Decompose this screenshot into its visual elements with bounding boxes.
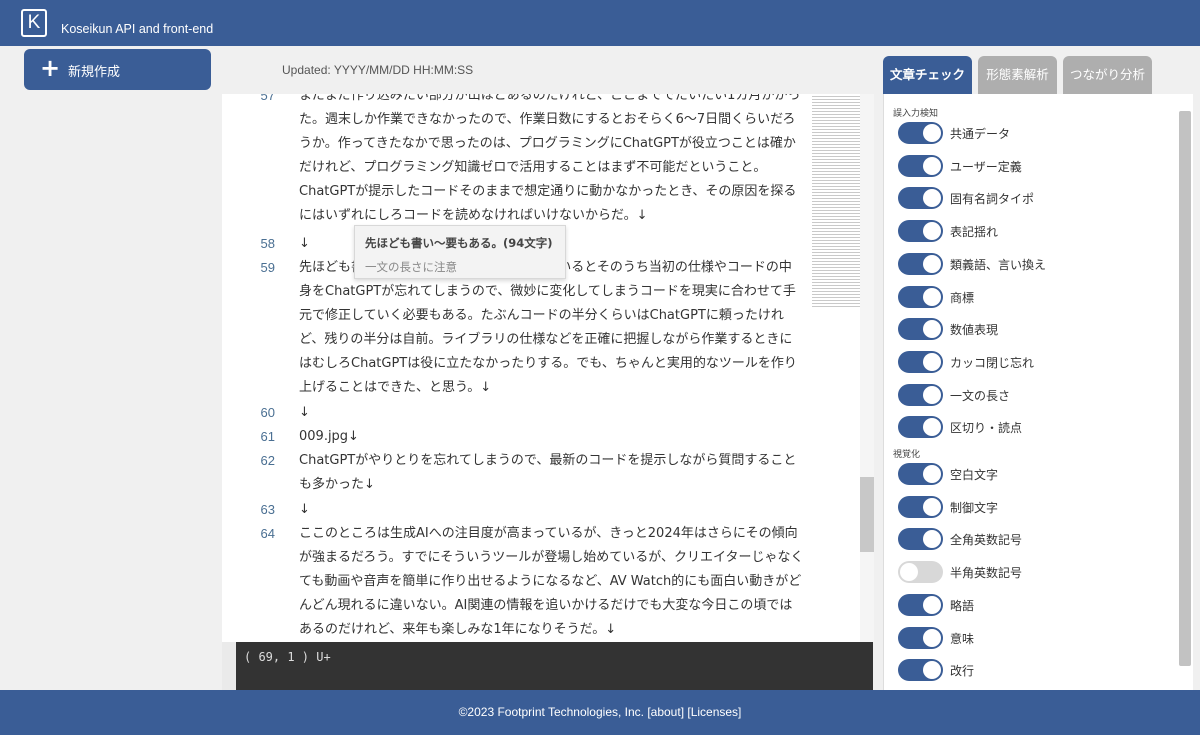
top-bar: K Koseikun API and front-end xyxy=(0,0,1200,46)
toggle-switch[interactable] xyxy=(898,154,943,177)
toggle-label: 半角英数記号 xyxy=(950,566,1023,581)
toggle-knob xyxy=(923,189,941,208)
toggle-switch[interactable] xyxy=(898,416,943,439)
toggle-knob xyxy=(923,156,941,175)
toggle-label: ユーザー定義 xyxy=(950,159,1022,174)
line-number: 63 xyxy=(260,502,275,517)
toggle-switch[interactable] xyxy=(898,659,943,682)
toggle-label: 表記揺れ xyxy=(950,225,999,240)
cursor-position: ( 69, 1 ) U+ xyxy=(244,650,331,664)
new-document-button[interactable]: + 新規作成 xyxy=(24,49,211,90)
toggle-label: 類義語、言い換え xyxy=(950,257,1047,272)
tooltip-title: 先ほども書い～要もある。(94文字) xyxy=(365,236,553,250)
sentence-length-tooltip: 先ほども書い～要もある。(94文字) 一文の長さに注意 xyxy=(354,225,566,279)
app-logo: K xyxy=(21,9,47,37)
editor-status-bar: ( 69, 1 ) U+ xyxy=(236,642,873,690)
toggle-label: カッコ閉じ忘れ xyxy=(950,355,1035,370)
footer-text: ©2023 Footprint Technologies, Inc. [abou… xyxy=(458,705,742,719)
toggle-switch[interactable] xyxy=(898,626,943,649)
editor-line[interactable]: 60 ↓ xyxy=(222,401,874,425)
toggle-knob xyxy=(923,287,941,306)
toggle-knob xyxy=(923,418,941,437)
toggle-switch[interactable] xyxy=(898,593,943,616)
section-visualization: 視覚化 xyxy=(893,450,921,460)
toggle-knob xyxy=(923,530,941,549)
line-number: 60 xyxy=(260,405,275,420)
app-title: Koseikun API and front-end xyxy=(61,22,214,36)
toggle-knob xyxy=(900,563,918,582)
line-number: 61 xyxy=(260,429,275,444)
tab-text-check[interactable]: 文章チェック xyxy=(883,56,972,94)
toggle-switch[interactable] xyxy=(898,350,943,373)
line-number: 59 xyxy=(260,260,275,275)
toggle-label: 一文の長さ xyxy=(950,388,1011,403)
section-input-detection: 誤入力検知 xyxy=(893,109,939,119)
line-number: 57 xyxy=(260,94,275,103)
editor-minimap[interactable] xyxy=(812,94,860,309)
toggle-knob xyxy=(923,385,941,404)
toggle-knob xyxy=(923,222,941,241)
toggle-knob xyxy=(923,628,941,647)
toggle-label: 意味 xyxy=(950,631,975,646)
toggle-label: 商標 xyxy=(950,290,975,305)
toggle-switch[interactable] xyxy=(898,495,943,518)
editor-scroll-thumb[interactable] xyxy=(860,477,874,552)
line-number: 58 xyxy=(260,236,275,251)
toggle-switch[interactable] xyxy=(898,318,943,341)
tooltip-message: 一文の長さに注意 xyxy=(365,260,457,274)
updated-timestamp: Updated: YYYY/MM/DD HH:MM:SS xyxy=(282,63,474,77)
toggle-knob xyxy=(923,497,941,516)
toggle-switch[interactable] xyxy=(898,285,943,308)
toggle-label: 制御文字 xyxy=(950,500,999,515)
tab-connection-analysis[interactable]: つながり分析 xyxy=(1063,56,1152,94)
footer: ©2023 Footprint Technologies, Inc. [abou… xyxy=(0,690,1200,735)
editor-line[interactable]: 61 009.jpg↓ xyxy=(222,425,874,449)
toggle-switch[interactable] xyxy=(898,463,943,485)
toggle-label: 改行 xyxy=(950,664,975,679)
toggle-label: 固有名詞タイポ xyxy=(950,192,1035,207)
toggle-knob xyxy=(923,254,941,273)
toggle-label: 略語 xyxy=(950,598,975,613)
panel-scrollbar[interactable] xyxy=(1179,111,1191,666)
toggle-knob xyxy=(923,661,941,680)
toggle-knob xyxy=(923,124,941,142)
editor-line[interactable]: 63 ↓ xyxy=(222,498,874,522)
toggle-switch[interactable] xyxy=(898,561,943,584)
toggle-switch[interactable] xyxy=(898,187,943,210)
line-text[interactable]: ChatGPTがやりとりを忘れてしまうので、最新のコードを提示しながら質問するこ… xyxy=(299,449,804,497)
toggle-label: 全角英数記号 xyxy=(950,533,1023,548)
toggle-knob xyxy=(923,320,941,339)
plus-icon: + xyxy=(40,54,61,82)
line-text[interactable]: ここのところは生成AIへの注目度が高まっているが、きっと2024年はさらにその傾… xyxy=(299,522,804,642)
line-number: 62 xyxy=(260,453,275,468)
toggle-label: 空白文字 xyxy=(950,468,999,482)
line-text[interactable]: 009.jpg↓ xyxy=(299,425,804,449)
text-editor[interactable]: 57 まだまだ作り込みたい部分が山ほどあるのだけれど、ここまででだいたい1カ月か… xyxy=(222,94,874,642)
toggle-knob xyxy=(923,465,941,483)
toggle-switch[interactable] xyxy=(898,220,943,243)
toggle-knob xyxy=(923,352,941,371)
new-document-label: 新規作成 xyxy=(68,65,121,80)
editor-scrollbar[interactable] xyxy=(860,94,874,642)
toggle-switch[interactable] xyxy=(898,252,943,275)
line-text[interactable]: ↓ xyxy=(299,401,804,425)
toggle-switch[interactable] xyxy=(898,122,943,144)
line-text[interactable]: まだまだ作り込みたい部分が山ほどあるのだけれど、ここまででだいたい1カ月かかった… xyxy=(299,94,804,228)
line-number: 64 xyxy=(260,526,275,541)
editor-line[interactable]: 62 ChatGPTがやりとりを忘れてしまうので、最新のコードを提示しながら質問… xyxy=(222,449,874,497)
toggle-switch[interactable] xyxy=(898,528,943,551)
toggle-label: 数値表現 xyxy=(950,323,999,338)
tab-morphological-analysis[interactable]: 形態素解析 xyxy=(978,56,1057,94)
toggle-label: 共通データ xyxy=(950,127,1011,141)
line-text[interactable]: ↓ xyxy=(299,498,804,522)
toggle-knob xyxy=(923,595,941,614)
toggle-switch[interactable] xyxy=(898,383,943,406)
editor-line[interactable]: 64 ここのところは生成AIへの注目度が高まっているが、きっと2024年はさらに… xyxy=(222,522,874,642)
toggle-label: 区切り・読点 xyxy=(950,421,1023,436)
